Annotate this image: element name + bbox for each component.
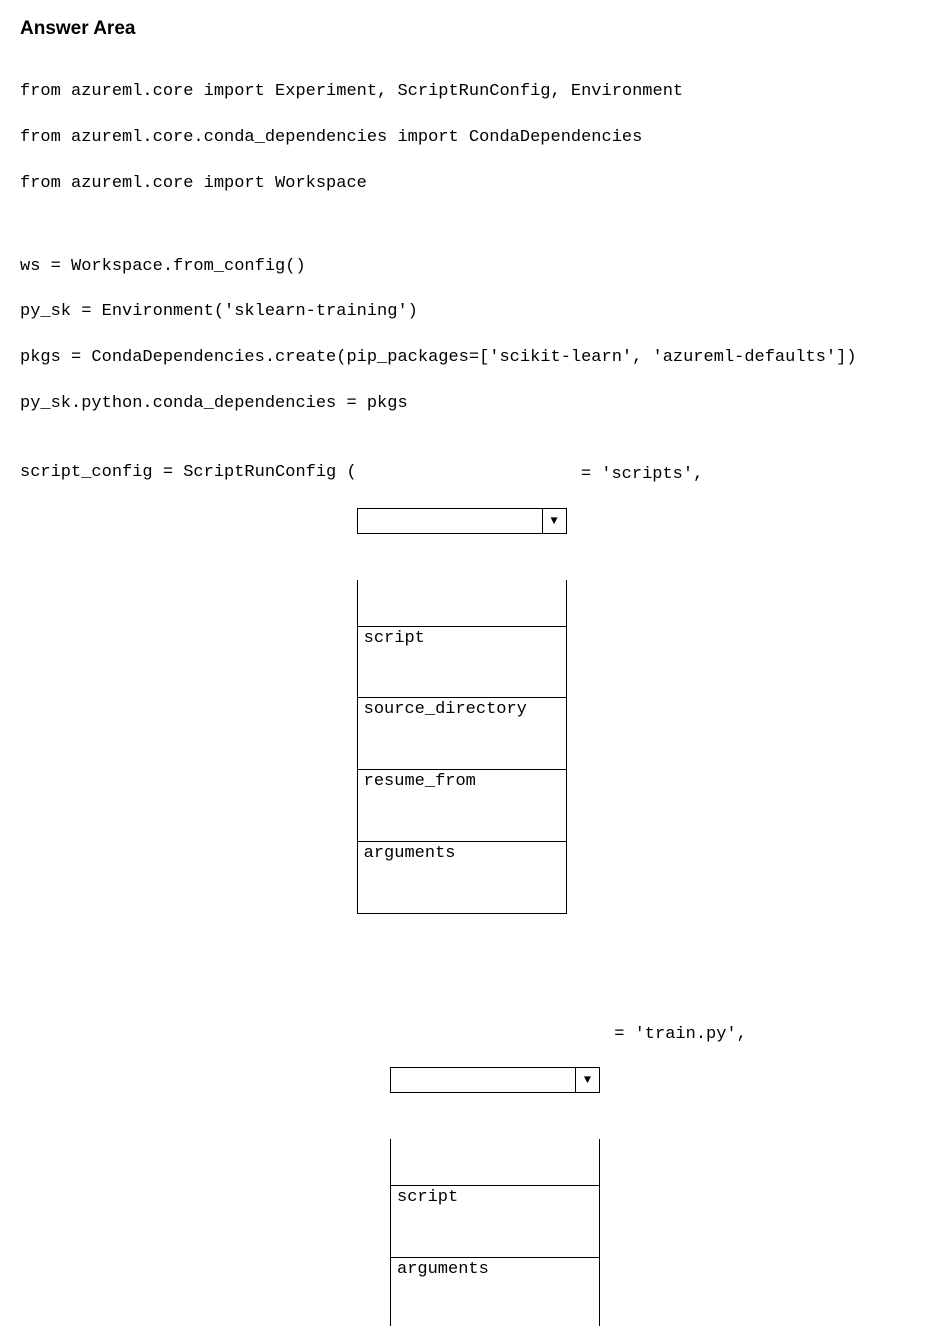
dropdown-2-options: script arguments environment compute_tar… [390, 1139, 600, 1326]
code-line: pkgs = CondaDependencies.create(pip_pack… [20, 347, 910, 370]
dropdown-1-options: script source_directory resume_from argu… [357, 580, 567, 914]
dropdown-option[interactable]: resume_from [358, 769, 566, 795]
code-block: from azureml.core import Experiment, Scr… [20, 58, 910, 1326]
code-line: from azureml.core import Experiment, Scr… [20, 81, 910, 104]
script-config-row-2: ▼ script arguments environment compute_t… [20, 1022, 910, 1326]
code-suffix: = 'train.py', [604, 1022, 747, 1047]
dropdown-2-select[interactable]: ▼ [390, 1067, 600, 1093]
code-line: py_sk = Environment('sklearn-training') [20, 301, 910, 324]
code-prefix: script_config = ScriptRunConfig ( [20, 462, 357, 485]
dropdown-1-group: ▼ script source_directory resume_from ar… [357, 462, 567, 960]
dropdown-option[interactable]: script [391, 1185, 599, 1211]
dropdown-option[interactable]: source_directory [358, 697, 566, 723]
code-line: ws = Workspace.from_config() [20, 256, 910, 279]
code-line: from azureml.core.conda_dependencies imp… [20, 127, 910, 150]
dropdown-2-group: ▼ script arguments environment compute_t… [390, 1022, 600, 1326]
dropdown-option[interactable]: arguments [391, 1257, 599, 1283]
code-line: py_sk.python.conda_dependencies = pkgs [20, 393, 910, 416]
page-title: Answer Area [20, 18, 910, 40]
dropdown-option[interactable]: arguments [358, 841, 566, 867]
script-config-row-1: script_config = ScriptRunConfig ( ▼ scri… [20, 462, 910, 960]
chevron-down-icon: ▼ [542, 509, 566, 533]
chevron-down-icon: ▼ [575, 1068, 599, 1092]
dropdown-option[interactable]: script [358, 626, 566, 652]
code-line: from azureml.core import Workspace [20, 173, 910, 196]
code-suffix: = 'scripts', [571, 462, 704, 487]
dropdown-1-select[interactable]: ▼ [357, 508, 567, 534]
